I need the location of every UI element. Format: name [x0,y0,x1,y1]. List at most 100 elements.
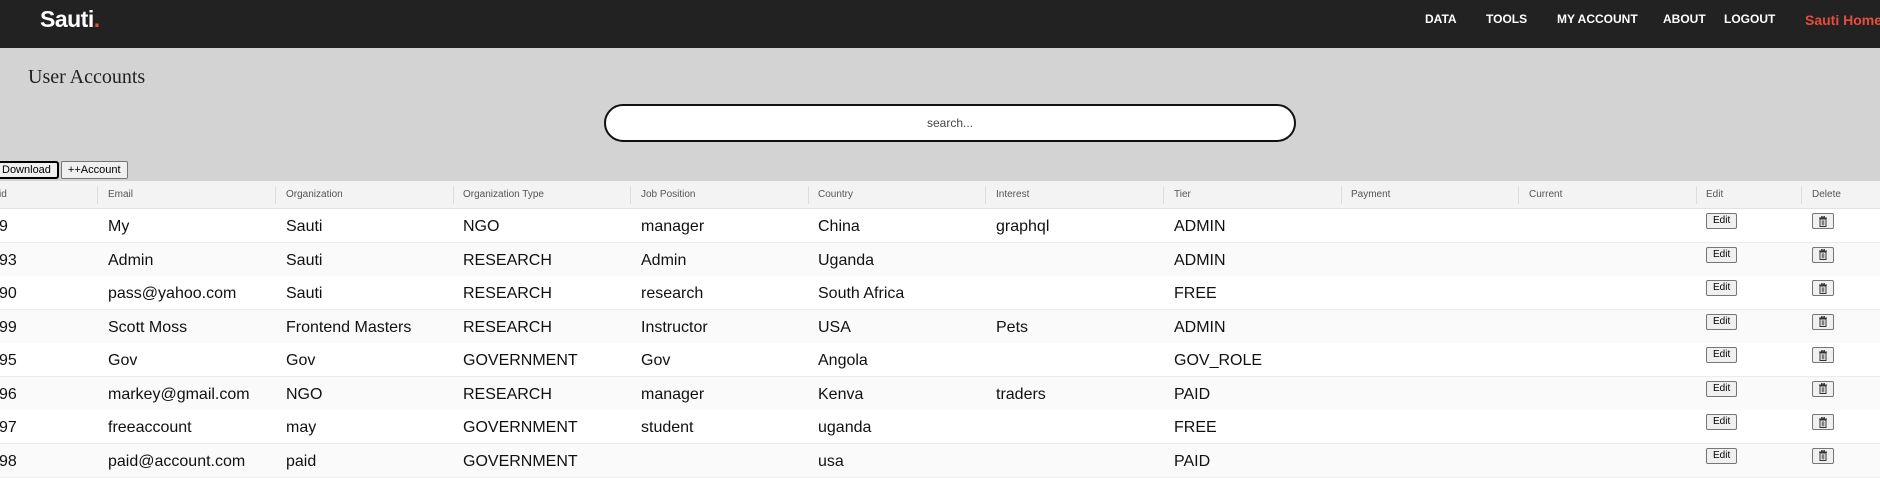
delete-button[interactable] [1812,280,1834,296]
cell-country: Uganda [818,251,875,269]
table-row: 9 My Sauti NGO manager China graphql ADMIN Edit [0,209,1880,243]
column-header-tier[interactable]: Tier [1174,189,1191,200]
cell-organization-type: NGO [463,218,500,235]
delete-button[interactable] [1812,347,1834,363]
cell-email: Scott Moss [108,318,188,336]
cell-id: 96 [0,385,17,403]
column-header-id[interactable]: id [0,189,7,200]
edit-button[interactable]: Edit [1706,280,1738,296]
column-separator[interactable] [1341,186,1342,204]
cell-job-position: Gov [641,352,671,369]
cell-tier: ADMIN [1174,251,1226,269]
column-separator[interactable] [97,186,98,204]
trash-icon [1818,349,1828,361]
cell-organization-type: RESEARCH [463,385,552,403]
table-row: 98 paid@account.com paid GOVERNMENT usa PAID E… [0,443,1880,478]
column-separator[interactable] [1163,186,1164,204]
cell-interest: graphql [996,218,1050,235]
column-header-edit[interactable]: Edit [1706,189,1723,200]
cell-interest: Pets [996,318,1029,336]
edit-button[interactable]: Edit [1706,347,1738,363]
cell-email: markey@gmail.com [108,385,250,403]
column-header-delete[interactable]: Delete [1812,189,1841,200]
nav-logout[interactable]: LOGOUT [1724,12,1775,26]
column-header-current[interactable]: Current [1529,189,1562,200]
trash-icon [1818,316,1828,327]
edit-button[interactable]: Edit [1706,246,1738,263]
column-header-organization-type[interactable]: Organization Type [463,189,544,200]
cell-job-position: manager [641,385,705,403]
add-account-button[interactable]: ++Account [60,161,128,179]
table-actions: Download ++Account [0,161,128,179]
cell-organization-type: RESEARCH [463,285,552,302]
cell-job-position: research [641,285,704,302]
trash-icon [1818,416,1828,428]
edit-button[interactable]: Edit [1706,447,1738,464]
column-separator[interactable] [808,186,809,204]
column-header-email[interactable]: Email [108,189,133,200]
cell-organization-type: GOVERNMENT [463,452,578,470]
cell-tier: FREE [1174,285,1217,302]
cell-tier: FREE [1174,419,1217,436]
cell-country: Angola [818,352,868,369]
cell-id: 98 [0,452,17,470]
column-separator[interactable] [985,186,986,204]
cell-email: paid@account.com [108,452,246,470]
column-header-payment[interactable]: Payment [1351,189,1390,200]
table-row: 95 Gov Gov GOVERNMENT Gov Angola GOV_ROLE Edit [0,343,1880,377]
cell-email: My [108,218,130,235]
column-separator[interactable] [1518,186,1519,204]
nav-my-account[interactable]: MY ACCOUNT [1557,12,1638,26]
nav-tools[interactable]: TOOLS [1486,12,1527,26]
delete-button[interactable] [1812,447,1834,464]
column-separator[interactable] [630,186,631,204]
cell-job-position: Instructor [641,318,708,336]
cell-organization: Sauti [286,285,323,302]
page-title: User Accounts [28,66,146,88]
cell-organization: paid [286,452,317,470]
column-separator[interactable] [1801,186,1802,204]
cell-country: usa [818,452,844,470]
column-header-organization[interactable]: Organization [286,189,343,200]
cell-tier: ADMIN [1174,218,1226,235]
cell-tier: PAID [1174,452,1211,470]
cell-id: 95 [0,352,17,369]
cell-organization: Sauti [286,218,323,235]
edit-button[interactable]: Edit [1706,380,1738,397]
cell-organization: Frontend Masters [286,318,412,336]
column-header-job-position[interactable]: Job Position [641,189,695,200]
table-row: 96 markey@gmail.com NGO RESEARCH manager Kenv… [0,376,1880,411]
nav-about[interactable]: ABOUT [1663,12,1706,26]
cell-id: 90 [0,285,17,302]
edit-button[interactable]: Edit [1706,313,1738,330]
sauti-logo[interactable]: Sauti. [40,6,100,33]
logo-text: Sauti [40,6,94,32]
nav-sauti-home[interactable]: Sauti Home [1805,12,1880,28]
cell-tier: GOV_ROLE [1174,352,1263,369]
trash-icon [1818,215,1828,227]
column-separator[interactable] [1696,186,1697,204]
delete-button[interactable] [1812,313,1834,330]
search-input[interactable] [604,104,1296,142]
delete-button[interactable] [1812,414,1834,430]
table-header: id Email Organization Organization Type Job … [0,181,1880,209]
cell-interest: traders [996,385,1046,403]
column-header-country[interactable]: Country [818,189,853,200]
cell-country: China [818,218,860,235]
delete-button[interactable] [1812,380,1834,397]
column-header-interest[interactable]: Interest [996,189,1029,200]
cell-country: South Africa [818,285,905,302]
edit-button[interactable]: Edit [1706,414,1738,430]
cell-id: 9 [0,218,8,235]
table-row: 97 freeaccount may GOVERNMENT student uganda F… [0,410,1880,444]
column-separator[interactable] [453,186,454,204]
delete-button[interactable] [1812,213,1834,229]
column-separator[interactable] [275,186,276,204]
download-button[interactable]: Download [0,161,59,179]
delete-button[interactable] [1812,246,1834,263]
cell-tier: ADMIN [1174,318,1226,336]
edit-button[interactable]: Edit [1706,213,1738,229]
nav-data[interactable]: DATA [1425,12,1457,26]
cell-organization: Sauti [286,251,323,269]
cell-organization-type: RESEARCH [463,251,552,269]
